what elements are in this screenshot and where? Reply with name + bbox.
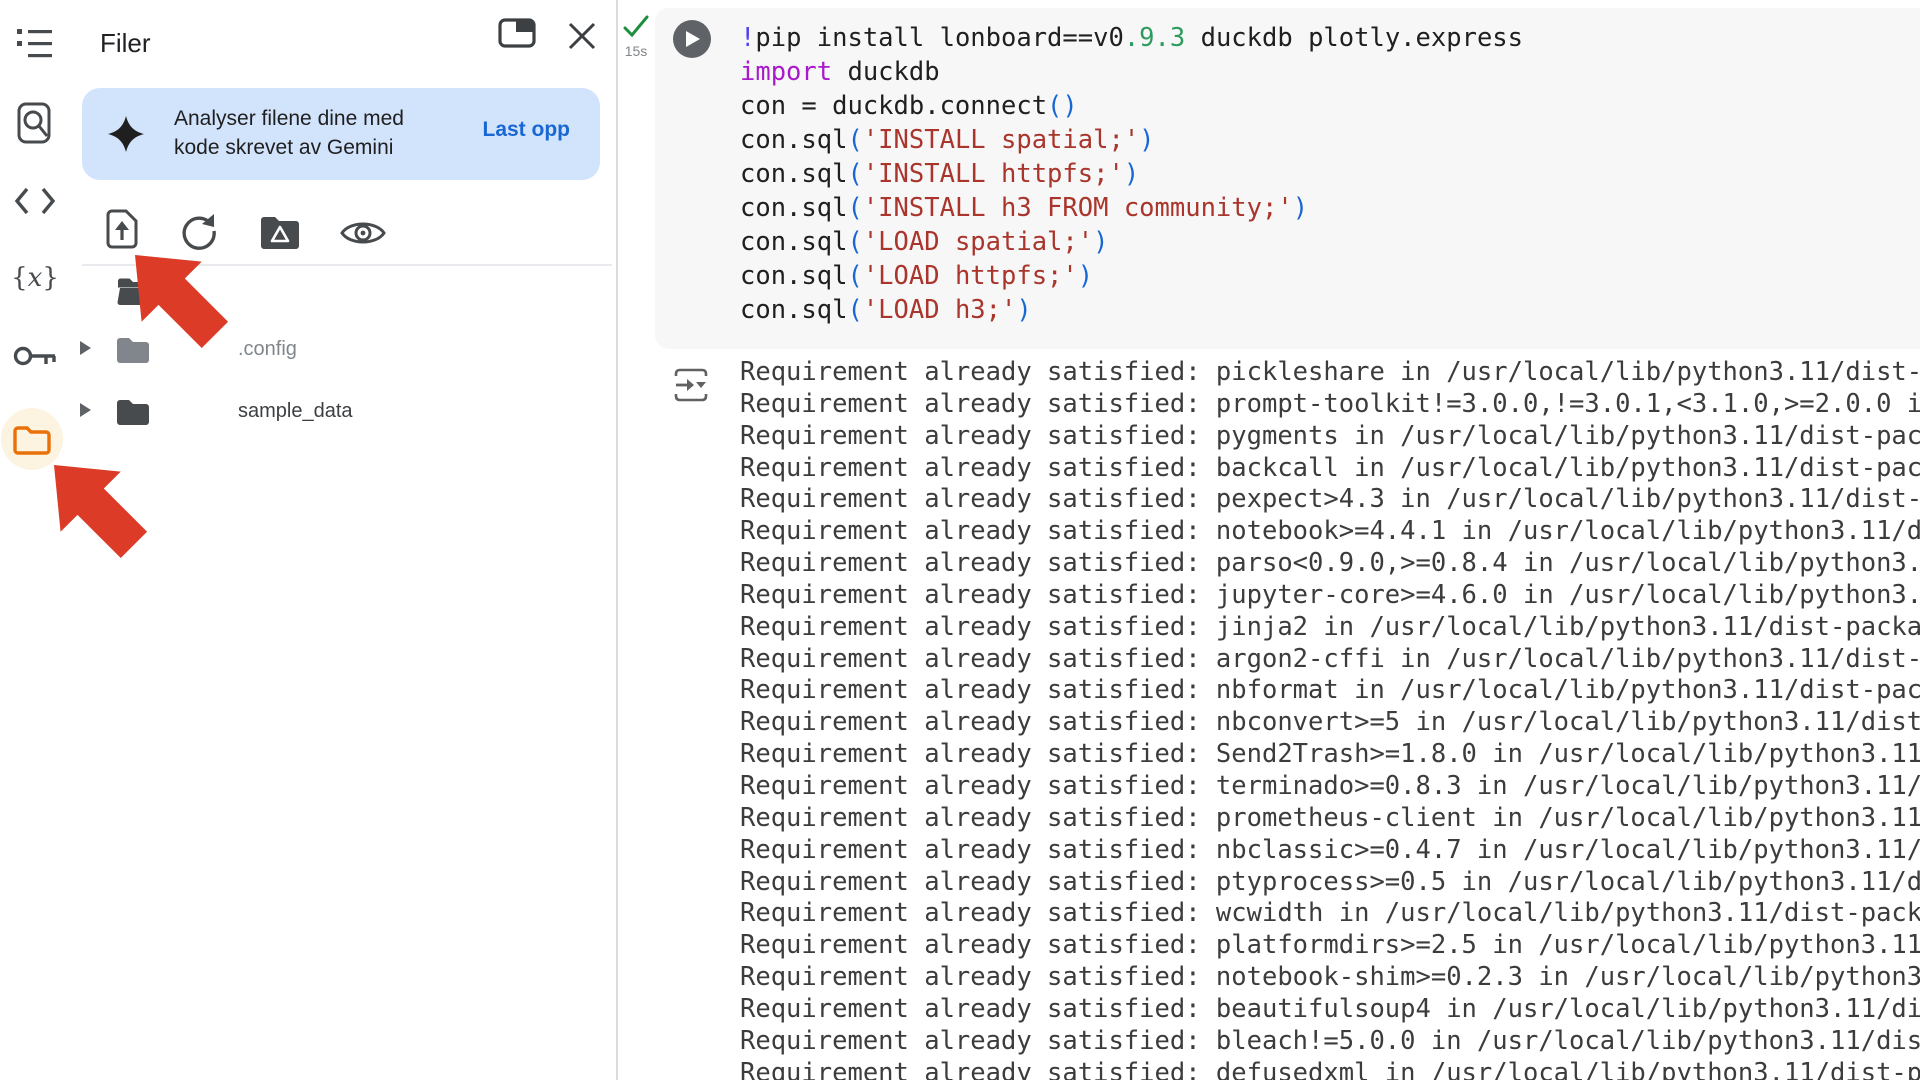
- variables-icon: {x}: [11, 263, 59, 293]
- table-of-contents-icon: [15, 27, 55, 61]
- play-icon: [683, 29, 701, 49]
- panel-title: Filer: [100, 28, 151, 59]
- output-line: Requirement already satisfied: pygments …: [740, 421, 1920, 453]
- code-line[interactable]: import duckdb: [740, 55, 1523, 89]
- window-icon: [497, 16, 537, 50]
- output-line: Requirement already satisfied: argon2-cf…: [740, 644, 1920, 676]
- output-line: Requirement already satisfied: ptyproces…: [740, 867, 1920, 899]
- tree-item-sample-data[interactable]: sample_data: [70, 392, 616, 444]
- code-line[interactable]: con.sql('INSTALL spatial;'): [740, 123, 1523, 157]
- eye-icon: [339, 218, 387, 248]
- drive-mount-icon: [259, 214, 301, 250]
- output-line: Requirement already satisfied: defusedxm…: [740, 1058, 1920, 1080]
- output-line: Requirement already satisfied: jinja2 in…: [740, 612, 1920, 644]
- folder-icon: [115, 335, 151, 365]
- search-icon: [16, 101, 54, 145]
- output-line: Requirement already satisfied: terminado…: [740, 771, 1920, 803]
- files-button[interactable]: [1, 408, 63, 470]
- toc-button[interactable]: [0, 24, 70, 64]
- key-icon: [12, 341, 58, 371]
- code-line[interactable]: con = duckdb.connect(): [740, 89, 1523, 123]
- cell-output-icon: [672, 366, 710, 404]
- upload-file-icon: [104, 208, 140, 250]
- open-in-tab-button[interactable]: [496, 16, 538, 52]
- tree-item-label: sample_data: [238, 400, 353, 423]
- gemini-banner-text: Analyser filene dine med kode skrevet av…: [174, 104, 404, 162]
- mount-drive-button[interactable]: [258, 214, 302, 252]
- secrets-button[interactable]: [0, 336, 70, 376]
- gemini-banner-line2: kode skrevet av Gemini: [174, 133, 404, 162]
- output-line: Requirement already satisfied: nbformat …: [740, 675, 1920, 707]
- close-panel-button[interactable]: [564, 20, 600, 54]
- variables-button[interactable]: {x}: [0, 258, 70, 298]
- expand-caret-icon[interactable]: [80, 403, 91, 417]
- output-line: Requirement already satisfied: nbclassic…: [740, 835, 1920, 867]
- tree-item-open-folder[interactable]: [70, 268, 616, 320]
- expand-caret-icon[interactable]: [80, 341, 91, 355]
- execution-duration: 15s: [616, 43, 656, 59]
- gemini-banner-line1: Analyser filene dine med: [174, 104, 404, 133]
- activity-sidebar: {x}: [0, 0, 70, 1080]
- last-opp-button[interactable]: Last opp: [483, 118, 571, 142]
- output-line: Requirement already satisfied: platformd…: [740, 930, 1920, 962]
- toggle-hidden-files-button[interactable]: [338, 218, 388, 250]
- files-button-active-background: [1, 408, 63, 470]
- output-line: Requirement already satisfied: pexpect>4…: [740, 484, 1920, 516]
- output-line: Requirement already satisfied: backcall …: [740, 453, 1920, 485]
- folder-icon: [12, 423, 52, 456]
- cell-output: Requirement already satisfied: picklesha…: [740, 357, 1920, 1080]
- output-line: Requirement already satisfied: wcwidth i…: [740, 898, 1920, 930]
- code-snippets-button[interactable]: [0, 184, 70, 218]
- close-icon: [566, 20, 598, 52]
- cell-code-editor[interactable]: !pip install lonboard==v0.9.3 duckdb plo…: [740, 21, 1523, 327]
- refresh-files-button[interactable]: [178, 212, 220, 252]
- panel-resize-divider[interactable]: [616, 0, 618, 1080]
- output-line: Requirement already satisfied: prompt-to…: [740, 389, 1920, 421]
- output-line: Requirement already satisfied: notebook>…: [740, 516, 1920, 548]
- code-line[interactable]: con.sql('LOAD spatial;'): [740, 225, 1523, 259]
- tree-item-label: .config: [238, 338, 297, 361]
- output-line: Requirement already satisfied: nbconvert…: [740, 707, 1920, 739]
- code-icon: [13, 186, 57, 216]
- tree-item-config[interactable]: .config: [70, 330, 616, 382]
- output-line: Requirement already satisfied: beautiful…: [740, 994, 1920, 1026]
- code-line[interactable]: con.sql('INSTALL httpfs;'): [740, 157, 1523, 191]
- refresh-icon: [180, 212, 218, 250]
- output-line: Requirement already satisfied: parso<0.9…: [740, 548, 1920, 580]
- search-button[interactable]: [0, 100, 70, 146]
- open-folder-icon: [117, 276, 153, 308]
- output-line: Requirement already satisfied: jupyter-c…: [740, 580, 1920, 612]
- folder-icon: [115, 397, 151, 427]
- output-line: Requirement already satisfied: bleach!=5…: [740, 1026, 1920, 1058]
- upload-file-button[interactable]: [102, 208, 142, 252]
- code-line[interactable]: con.sql('LOAD h3;'): [740, 293, 1523, 327]
- code-line[interactable]: con.sql('LOAD httpfs;'): [740, 259, 1523, 293]
- execution-check-icon: [622, 13, 650, 41]
- gemini-banner: Analyser filene dine med kode skrevet av…: [82, 88, 600, 180]
- run-cell-button[interactable]: [673, 20, 711, 58]
- output-line: Requirement already satisfied: Send2Tras…: [740, 739, 1920, 771]
- panel-divider: [82, 264, 612, 266]
- code-line[interactable]: !pip install lonboard==v0.9.3 duckdb plo…: [740, 21, 1523, 55]
- output-line: Requirement already satisfied: prometheu…: [740, 803, 1920, 835]
- gemini-sparkle-icon: [106, 114, 146, 154]
- code-line[interactable]: con.sql('INSTALL h3 FROM community;'): [740, 191, 1523, 225]
- output-line: Requirement already satisfied: notebook-…: [740, 962, 1920, 994]
- output-line: Requirement already satisfied: picklesha…: [740, 357, 1920, 389]
